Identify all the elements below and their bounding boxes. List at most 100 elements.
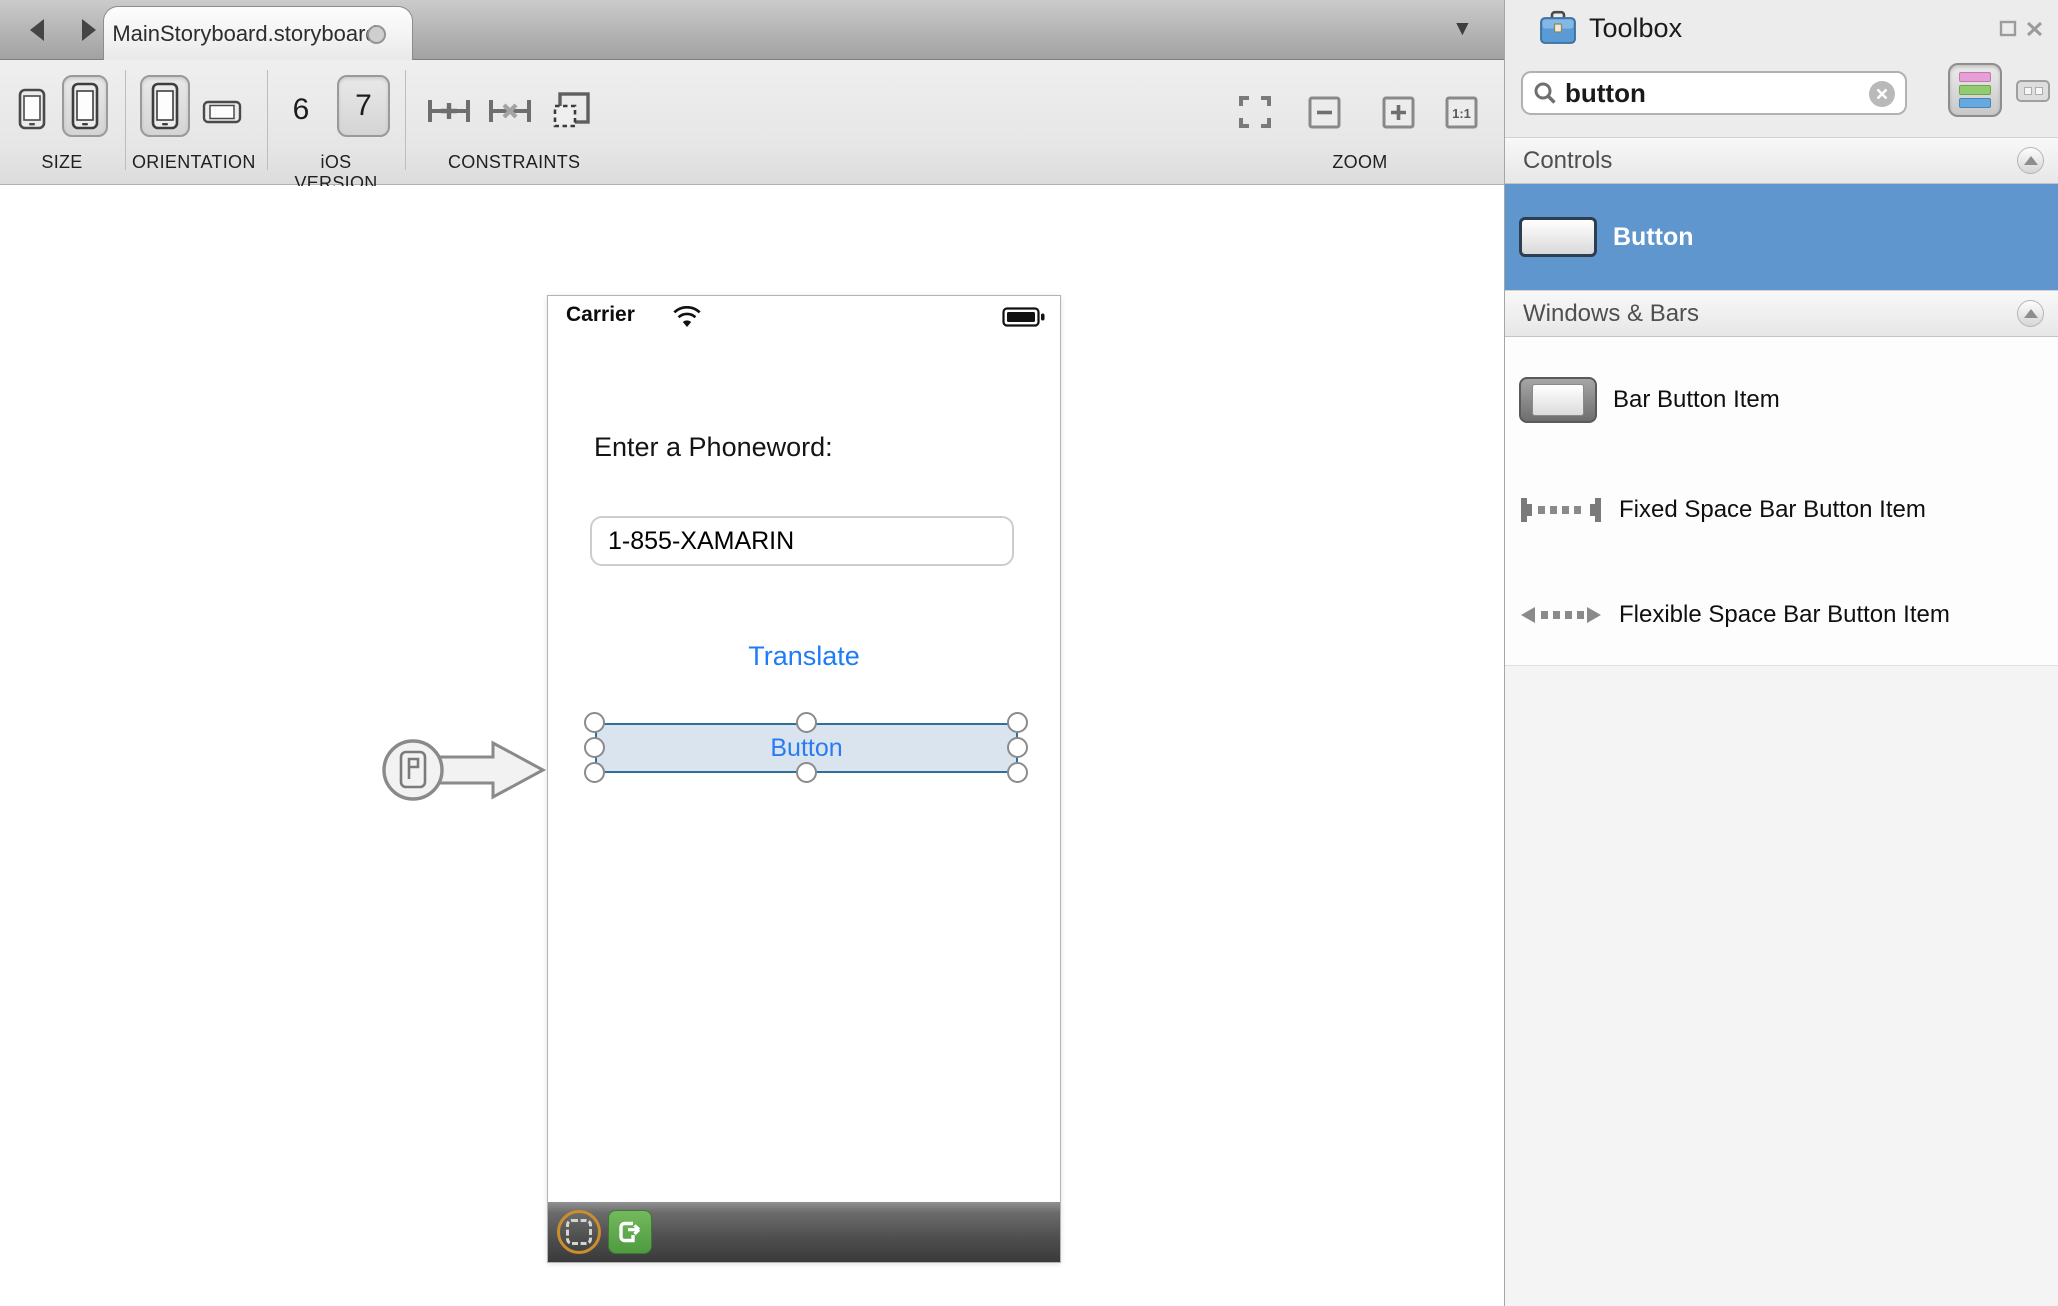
selection-handle-bottom-left[interactable] xyxy=(584,762,605,783)
segue-exit-icon[interactable] xyxy=(608,1210,652,1254)
selection-handle-middle-right[interactable] xyxy=(1007,737,1028,758)
tab-mainstoryboard[interactable]: MainStoryboard.storyboard xyxy=(103,6,413,60)
fixed-space-icon xyxy=(1519,494,1603,526)
toolbox-search-input[interactable] xyxy=(1565,78,1865,109)
battery-icon xyxy=(1002,305,1046,329)
selection-handle-bottom-center[interactable] xyxy=(796,762,817,783)
zoom-in-icon xyxy=(1382,96,1415,129)
forward-arrow-icon xyxy=(76,15,102,45)
navigate-forward-button[interactable] xyxy=(72,14,106,46)
storyboard-entry-arrow[interactable] xyxy=(378,732,550,808)
bar-button-item-label: Bar Button Item xyxy=(1613,386,1780,414)
orientation-group-label: ORIENTATION xyxy=(132,152,254,173)
tab-close-icon[interactable] xyxy=(367,25,386,44)
section-title-windows-bars: Windows & Bars xyxy=(1523,300,1699,328)
tab-bar: MainStoryboard.storyboard ▼ xyxy=(0,0,1505,60)
portrait-phone-icon xyxy=(151,82,179,130)
selection-handle-top-right[interactable] xyxy=(1007,712,1028,733)
section-header-controls[interactable]: Controls xyxy=(1505,137,2058,184)
ios6-label: 6 xyxy=(293,93,310,127)
search-clear-icon[interactable] xyxy=(1869,81,1895,107)
toolbox-empty-area xyxy=(1505,665,2058,1306)
translate-button[interactable]: Translate xyxy=(548,641,1060,672)
clear-x-icon xyxy=(1876,88,1888,100)
zoom-out-button[interactable] xyxy=(1308,96,1341,129)
back-arrow-icon xyxy=(24,15,50,45)
panel-close-icon[interactable] xyxy=(2025,20,2044,38)
zoom-fit-icon xyxy=(1238,95,1272,129)
compact-view-icon xyxy=(2024,87,2032,95)
dashed-frame-icon xyxy=(566,1219,592,1245)
orientation-landscape-button[interactable] xyxy=(202,100,242,124)
svg-text:1:1: 1:1 xyxy=(1452,106,1471,121)
phone-large-icon xyxy=(71,82,99,130)
remove-constraint-icon xyxy=(487,93,533,129)
panel-dock-icon[interactable] xyxy=(1999,20,2017,37)
designer-toolbar: SIZE ORIENTATION 6 7 iOS VERSION xyxy=(0,60,1505,185)
zoom-actual-size-button[interactable]: 1:1 xyxy=(1445,96,1478,129)
separator xyxy=(405,70,406,170)
phone-small-icon xyxy=(18,88,46,130)
constraint-frame-mode-button[interactable] xyxy=(550,90,592,132)
toolbox-header: Toolbox xyxy=(1505,0,2058,56)
tab-title: MainStoryboard.storyboard xyxy=(112,21,377,47)
exit-arrow-icon xyxy=(615,1217,645,1247)
toolbox-search-field[interactable] xyxy=(1521,71,1907,115)
flexible-space-label: Flexible Space Bar Button Item xyxy=(1619,601,1950,629)
fixed-space-label: Fixed Space Bar Button Item xyxy=(1619,496,1926,524)
section-header-windows-bars[interactable]: Windows & Bars xyxy=(1505,290,2058,337)
toolbox-item-fixed-space[interactable]: Fixed Space Bar Button Item xyxy=(1505,455,2058,565)
toolbox-item-button-label: Button xyxy=(1613,223,1694,252)
ios6-button[interactable]: 6 xyxy=(286,90,316,130)
toolbox-item-button[interactable]: Button xyxy=(1505,184,2058,290)
selection-handle-middle-left[interactable] xyxy=(584,737,605,758)
navigate-back-button[interactable] xyxy=(20,14,54,46)
xamarin-ios-designer-window: MainStoryboard.storyboard ▼ SIZE xyxy=(0,0,2058,1306)
selection-handle-bottom-right[interactable] xyxy=(1007,762,1028,783)
separator xyxy=(267,70,268,170)
size-iphone4-button[interactable] xyxy=(62,75,108,137)
toolbox-panel-top: Toolbox xyxy=(1505,0,2058,137)
toolbox-view-compact-button[interactable] xyxy=(2016,80,2050,102)
toolbox-item-bar-button-item[interactable]: Bar Button Item xyxy=(1505,345,2058,455)
size-group-label: SIZE xyxy=(20,152,104,173)
landscape-phone-icon xyxy=(202,100,242,124)
constraint-mode-toggle-icon[interactable] xyxy=(557,1210,601,1254)
wifi-icon xyxy=(672,306,702,330)
remove-constraint-button[interactable] xyxy=(487,93,533,129)
collapse-windows-bars-icon[interactable] xyxy=(2017,300,2044,327)
ios7-label: 7 xyxy=(355,89,372,123)
toolbox-item-flexible-space[interactable]: Flexible Space Bar Button Item xyxy=(1505,565,2058,665)
selection-handle-top-left[interactable] xyxy=(584,712,605,733)
zoom-one-to-one-icon: 1:1 xyxy=(1445,96,1478,129)
toolbox-title: Toolbox xyxy=(1589,13,1682,44)
orientation-portrait-button[interactable] xyxy=(140,75,190,137)
zoom-group-label: ZOOM xyxy=(1330,152,1390,173)
size-iphone35-button[interactable] xyxy=(18,88,46,130)
ios7-button[interactable]: 7 xyxy=(337,75,390,137)
toolbox-briefcase-icon xyxy=(1539,10,1577,46)
button-control-icon xyxy=(1519,217,1597,257)
search-icon xyxy=(1533,81,1557,105)
toolbox-item-list: Bar Button Item Fixed Space Bar Button I… xyxy=(1505,337,2058,665)
toolbox-view-list-button[interactable] xyxy=(1948,63,2002,117)
zoom-fit-button[interactable] xyxy=(1238,95,1272,129)
entry-flag-icon xyxy=(401,752,425,787)
status-bar-carrier-label: Carrier xyxy=(566,303,635,327)
toolbox-panel: Toolbox xyxy=(1504,0,2058,1306)
phoneword-text-field[interactable] xyxy=(590,516,1014,566)
add-constraint-icon xyxy=(426,93,472,129)
zoom-in-button[interactable] xyxy=(1382,96,1415,129)
separator xyxy=(125,70,126,170)
view-controller-bottom-bar xyxy=(548,1202,1060,1262)
zoom-out-icon xyxy=(1308,96,1341,129)
selection-handle-top-center[interactable] xyxy=(796,712,817,733)
collapse-controls-icon[interactable] xyxy=(2017,147,2044,174)
phoneword-label: Enter a Phoneword: xyxy=(594,432,833,463)
add-constraint-button[interactable] xyxy=(426,93,472,129)
constraints-group-label: CONSTRAINTS xyxy=(448,152,574,173)
flexible-space-icon xyxy=(1519,599,1603,631)
tab-list-dropdown-icon[interactable]: ▼ xyxy=(1452,17,1473,41)
frame-mode-icon xyxy=(550,90,592,132)
bar-button-item-icon xyxy=(1519,377,1597,423)
